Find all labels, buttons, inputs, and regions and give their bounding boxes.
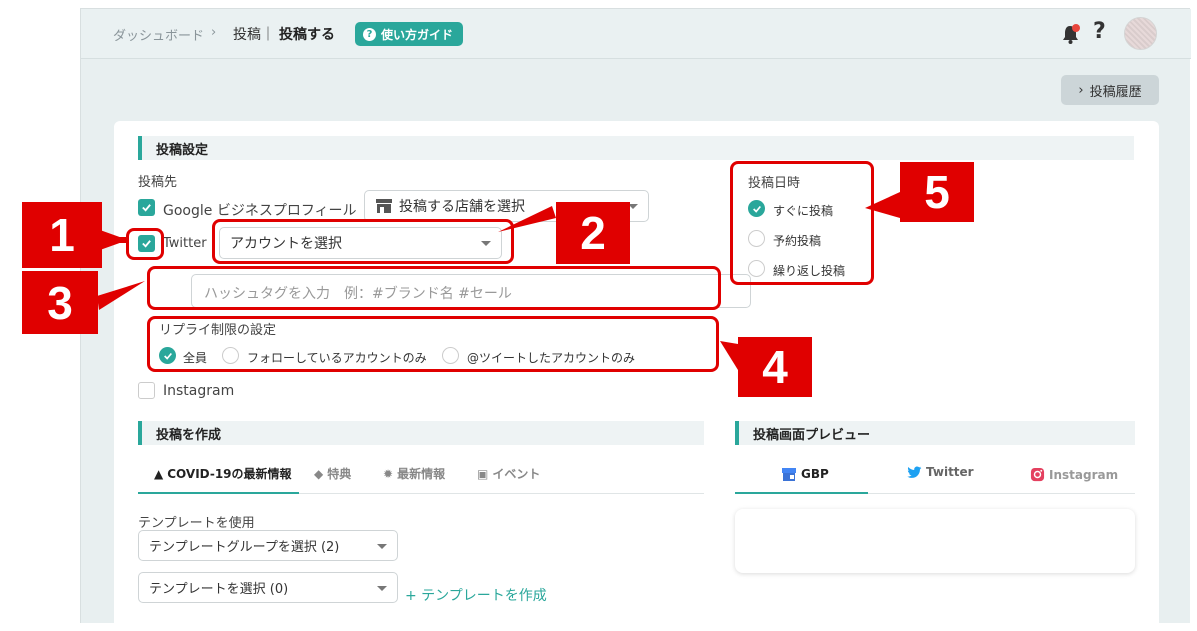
- highlight-reply-limit: [147, 316, 719, 372]
- arrow-4: [720, 341, 738, 370]
- annotation-1: 1: [22, 202, 102, 268]
- annotation-4: 4: [738, 337, 812, 397]
- arrow-3: [97, 281, 145, 310]
- annotation-5: 5: [900, 162, 974, 222]
- annotation-arrows: [97, 192, 900, 370]
- highlight-hashtag-input: [147, 266, 721, 310]
- highlight-twitter-checkbox: [126, 228, 164, 260]
- annotation-3: 3: [22, 271, 98, 334]
- annotation-2: 2: [556, 202, 630, 264]
- highlight-post-time: [730, 161, 874, 285]
- arrow-1-shaft: [100, 237, 127, 243]
- highlight-account-select: [212, 219, 514, 264]
